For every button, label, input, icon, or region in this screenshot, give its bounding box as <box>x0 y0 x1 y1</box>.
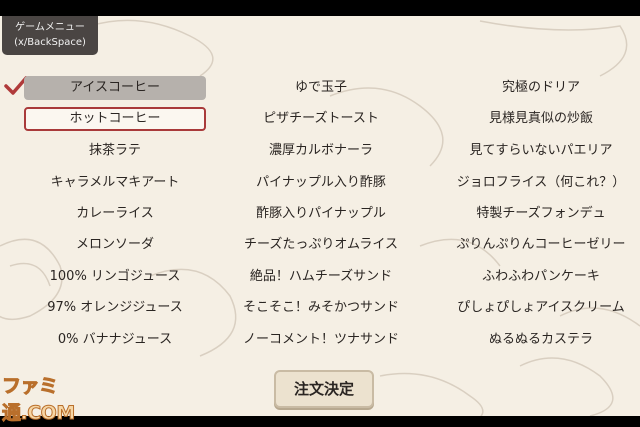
menu-item[interactable]: ピザチーズトースト <box>230 107 412 131</box>
game-screen: ゲームメニュー (x/BackSpace) アイスコーヒー ホットコーヒー 抹茶… <box>0 16 640 416</box>
menu-item[interactable]: ジョロフライス（何これ？） <box>450 171 632 195</box>
menu-item[interactable]: 抹茶ラテ <box>24 139 206 163</box>
menu-item[interactable]: キャラメルマキアート <box>24 171 206 195</box>
menu-item[interactable]: そこそこ！みそかつサンド <box>230 296 412 320</box>
menu-item[interactable]: ゆで玉子 <box>230 76 412 100</box>
menu-item[interactable]: ノーコメント！ツナサンド <box>230 328 412 352</box>
menu-item[interactable]: 究極のドリア <box>450 76 632 100</box>
game-menu-button[interactable]: ゲームメニュー (x/BackSpace) <box>2 16 98 55</box>
menu-item[interactable]: 特製チーズフォンデュ <box>450 202 632 226</box>
menu-item[interactable]: 濃厚カルボナーラ <box>230 139 412 163</box>
menu-item[interactable]: パイナップル入り酢豚 <box>230 171 412 195</box>
menu-item[interactable]: 酢豚入りパイナップル <box>230 202 412 226</box>
game-menu-title: ゲームメニュー <box>15 22 85 33</box>
menu-item[interactable]: チーズたっぷりオムライス <box>230 233 412 257</box>
menu-item[interactable]: 100% リンゴジュース <box>24 265 206 289</box>
menu-item[interactable]: 97% オレンジジュース <box>24 296 206 320</box>
menu-item[interactable]: 見様見真似の炒飯 <box>450 107 632 131</box>
menu-item[interactable]: ぬるぬるカステラ <box>450 328 632 352</box>
menu-item[interactable]: カレーライス <box>24 202 206 226</box>
menu-item-focused[interactable]: ホットコーヒー <box>24 107 206 131</box>
menu-item[interactable]: ぴしょぴしょアイスクリーム <box>450 296 632 320</box>
confirm-order-button[interactable]: 注文決定 <box>274 370 374 408</box>
menu-item[interactable]: 見てすらいないパエリア <box>450 139 632 163</box>
game-menu-hint: (x/BackSpace) <box>14 37 86 48</box>
menu-item-selected[interactable]: アイスコーヒー <box>24 76 206 100</box>
menu-item[interactable]: 0% バナナジュース <box>24 328 206 352</box>
menu-item[interactable]: ふわふわパンケーキ <box>450 265 632 289</box>
menu-item[interactable]: メロンソーダ <box>24 233 206 257</box>
watermark-logo: ファミ通.COM <box>2 375 76 425</box>
menu-item[interactable]: ぷりんぷりんコーヒーゼリー <box>450 233 632 257</box>
menu-item[interactable]: 絶品！ハムチーズサンド <box>230 265 412 289</box>
